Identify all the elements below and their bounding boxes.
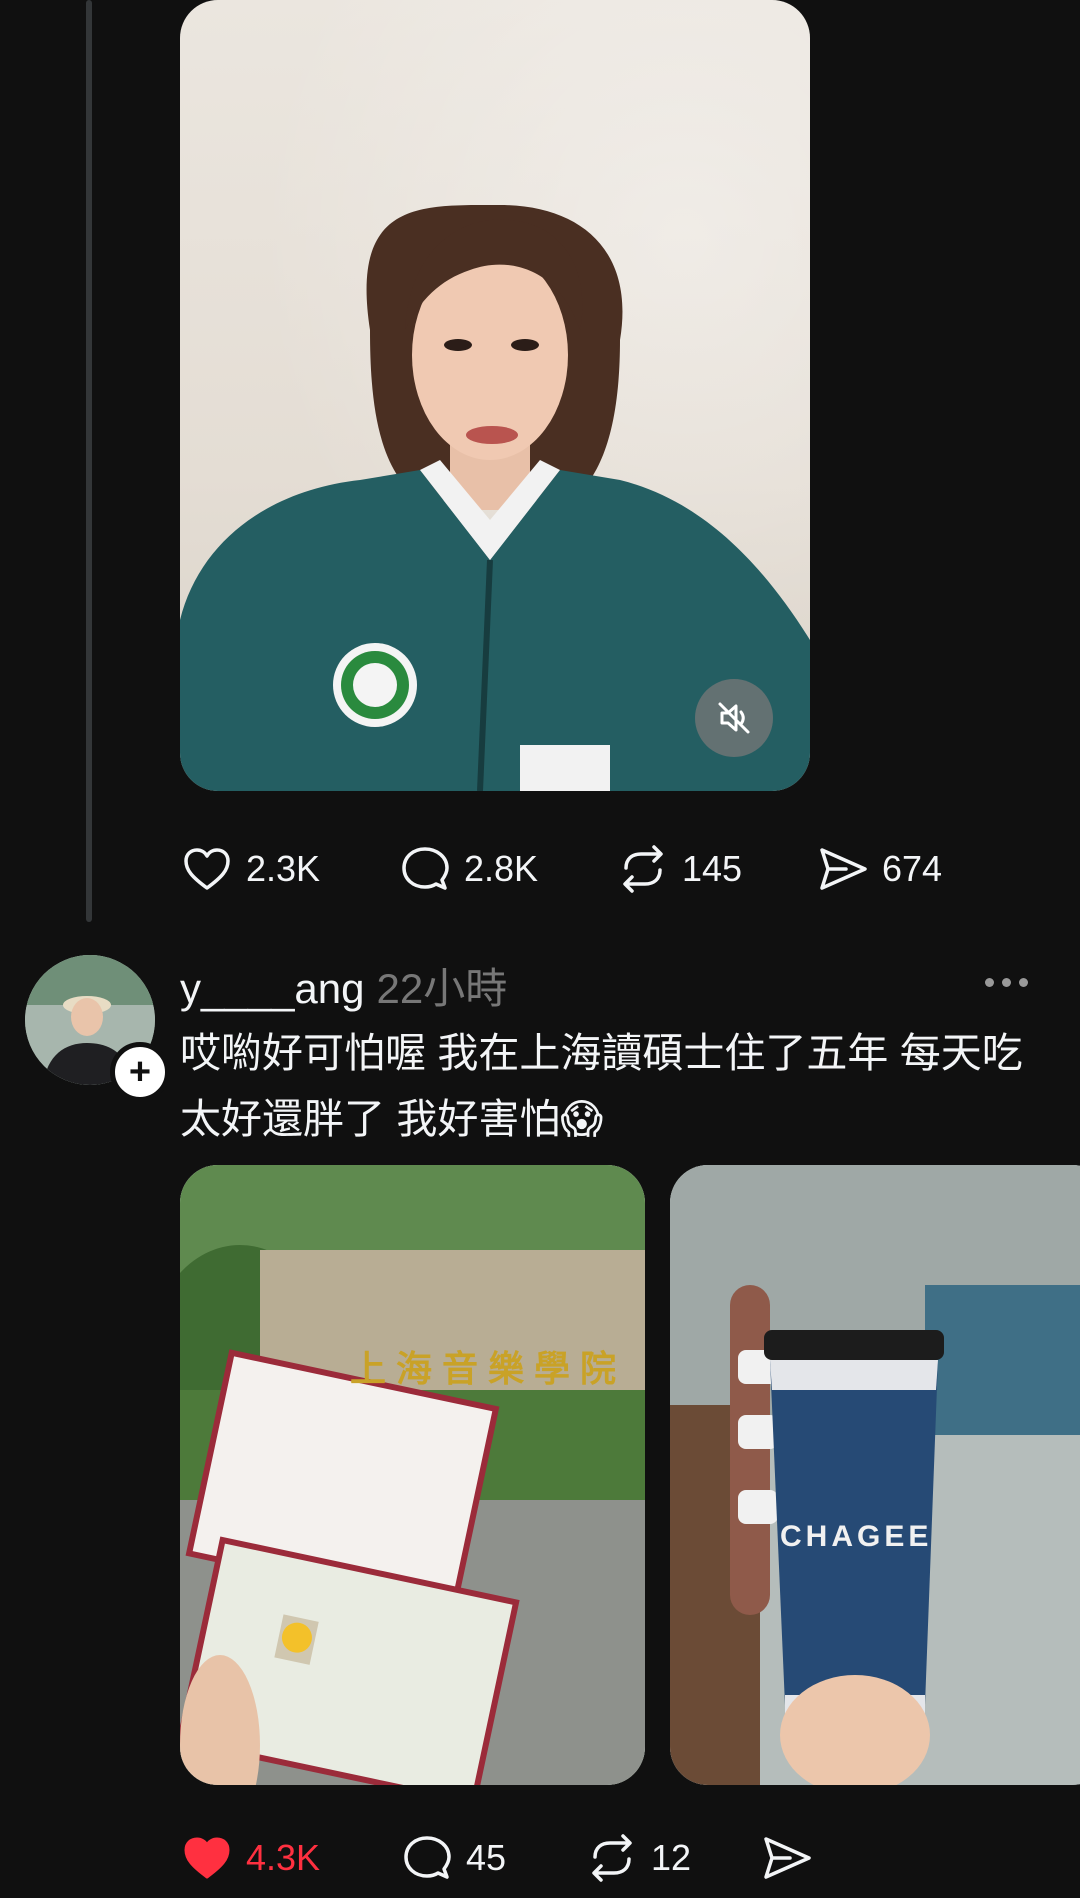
like-button[interactable]: 4.3K xyxy=(180,1831,400,1885)
comment-icon xyxy=(404,1836,451,1879)
reply-count: 45 xyxy=(466,1837,507,1878)
heart-filled-icon xyxy=(184,1837,230,1879)
repost-icon xyxy=(623,845,663,893)
post-image-2[interactable]: CHAGEE xyxy=(670,1165,1080,1785)
post-image-1[interactable]: 上海音樂學院 xyxy=(180,1165,645,1785)
dot-icon xyxy=(1019,978,1028,987)
thread-connector-line xyxy=(86,0,92,922)
share-count: 674 xyxy=(882,848,943,889)
repost-button[interactable]: 12 xyxy=(585,1831,760,1885)
reply-button[interactable]: 2.8K xyxy=(398,842,616,896)
repost-button[interactable]: 145 xyxy=(616,842,816,896)
drink-photo xyxy=(670,1165,1080,1785)
like-count: 2.3K xyxy=(246,848,321,889)
post-video[interactable] xyxy=(180,0,810,791)
cup-brand-text: CHAGEE xyxy=(780,1520,933,1553)
share-button[interactable] xyxy=(760,1831,814,1885)
plus-icon: + xyxy=(128,1051,152,1093)
comment-icon xyxy=(402,847,449,890)
post-header: y____ang 22小時 xyxy=(180,955,507,1016)
reply-button[interactable]: 45 xyxy=(400,1831,585,1885)
repost-count: 12 xyxy=(651,1837,692,1878)
like-count: 4.3K xyxy=(246,1837,321,1878)
post-text: 哎喲好可怕喔 我在上海讀碩士住了五年 每天吃太好還胖了 我好害怕😱 xyxy=(180,1030,1023,1142)
dot-icon xyxy=(985,978,994,987)
dot-icon xyxy=(1002,978,1011,987)
post-actions-bar-2: 4.3K 45 12 xyxy=(180,1831,814,1885)
post-actions-bar: 2.3K 2.8K 145 674 xyxy=(180,842,942,896)
follow-button[interactable]: + xyxy=(110,1042,170,1102)
heart-icon xyxy=(184,848,230,890)
reply-count: 2.8K xyxy=(464,848,539,889)
video-person-figure xyxy=(180,204,810,791)
repost-count: 145 xyxy=(682,848,743,889)
share-button[interactable]: 674 xyxy=(816,842,942,896)
more-options-button[interactable] xyxy=(985,978,1028,987)
mute-button[interactable] xyxy=(695,679,773,757)
mute-icon xyxy=(718,702,750,734)
timestamp: 22小時 xyxy=(376,965,508,1012)
campus-photo xyxy=(180,1165,645,1785)
username[interactable]: y____ang xyxy=(180,965,365,1013)
send-icon xyxy=(820,848,867,890)
sign-text: 上海音樂學院 xyxy=(350,1348,627,1389)
like-button[interactable]: 2.3K xyxy=(180,842,398,896)
send-icon xyxy=(764,1837,811,1879)
repost-icon xyxy=(592,1834,632,1882)
